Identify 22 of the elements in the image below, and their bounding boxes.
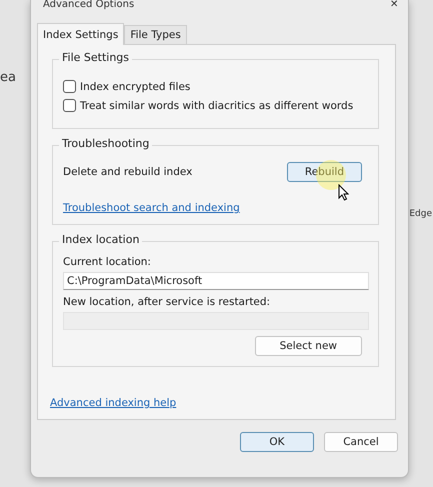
background-text: Edge (409, 209, 432, 219)
checkbox[interactable] (63, 80, 76, 93)
checkbox-label: Treat similar words with diacritics as different words (80, 100, 354, 112)
checkbox[interactable] (63, 99, 76, 112)
field-label: Current location: (63, 256, 152, 268)
troubleshoot-link[interactable]: Troubleshoot search and indexing (63, 202, 240, 214)
tab[interactable]: File Types (124, 25, 187, 44)
tab[interactable]: Index Settings (37, 23, 124, 45)
dialog-button[interactable]: Cancel (324, 432, 398, 452)
description-text: Delete and rebuild index (63, 166, 192, 178)
background-text: ea (0, 70, 16, 85)
cursor-icon (338, 184, 349, 201)
group-title: Index location (59, 233, 142, 246)
field-label: New location, after service is restarted: (63, 296, 272, 308)
select-new-button[interactable]: Select new (254, 336, 362, 356)
group-title: File Settings (59, 51, 132, 64)
help-link[interactable]: Advanced indexing help (50, 397, 176, 409)
dialog-button[interactable]: OK (240, 432, 314, 452)
input-field[interactable]: C:\ProgramData\Microsoft (63, 272, 369, 290)
checkbox-label: Index encrypted files (80, 80, 190, 92)
group-title: Troubleshooting (59, 137, 152, 150)
close-button[interactable]: ✕ (390, 0, 398, 10)
